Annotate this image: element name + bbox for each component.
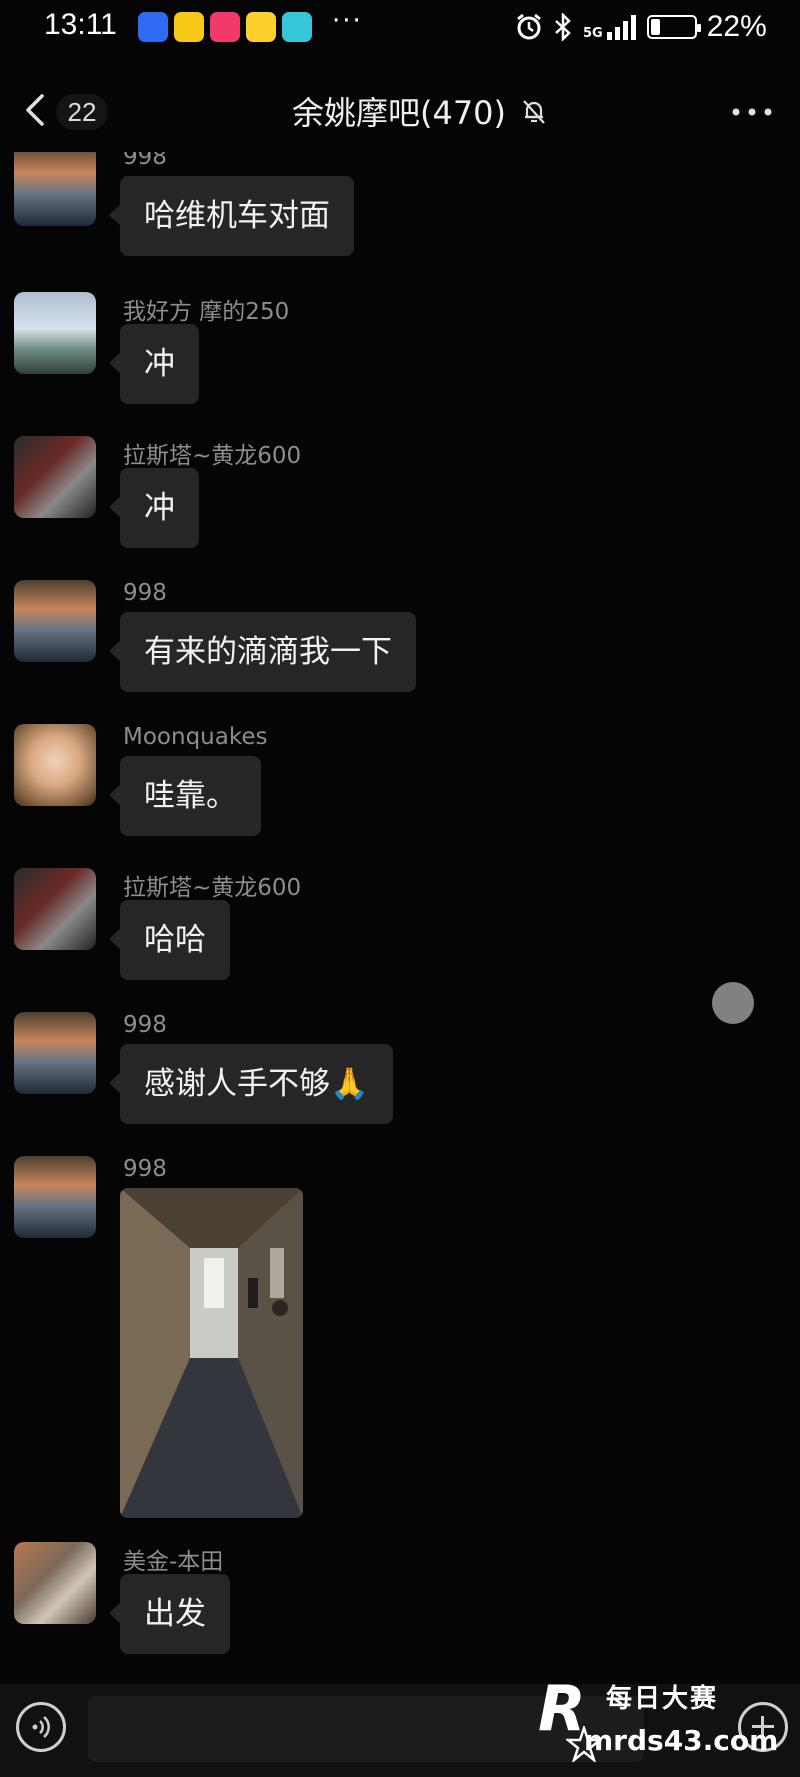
alarm-icon bbox=[517, 13, 541, 40]
status-bar: 13:11 ··· 5G 22% bbox=[0, 0, 800, 58]
avatar-motorcycle[interactable] bbox=[14, 868, 96, 950]
floating-assist-button[interactable] bbox=[712, 982, 754, 1024]
watermark-brand: 每日大赛 bbox=[606, 1684, 719, 1714]
message-bubble[interactable]: 哈维机车对面 bbox=[109, 176, 354, 256]
message-bubble[interactable]: 有来的滴滴我一下 bbox=[109, 612, 416, 692]
video-app-icon bbox=[210, 12, 240, 42]
more-options-icon[interactable] bbox=[732, 108, 772, 116]
message-bubble[interactable]: 感谢人手不够🙏 bbox=[109, 1044, 393, 1124]
chat-header: 22 余姚摩吧(470) bbox=[0, 70, 800, 150]
battery-percent: 22% bbox=[706, 10, 767, 43]
avatar-sunset[interactable] bbox=[14, 580, 96, 662]
signal-5g: 5G bbox=[583, 14, 637, 40]
avatar-money[interactable] bbox=[14, 1542, 96, 1624]
chat-title-wrap: 余姚摩吧(470) bbox=[292, 88, 548, 134]
status-right: 5G 22% bbox=[515, 10, 767, 44]
battery-icon bbox=[646, 15, 701, 39]
battery-fill bbox=[650, 19, 660, 35]
message-bubble[interactable]: 冲 bbox=[109, 324, 199, 404]
network-type: 5G bbox=[583, 26, 603, 41]
voice-wave-icon bbox=[32, 1716, 50, 1738]
sender-name: 拉斯塔~黄龙600 bbox=[123, 875, 302, 901]
chat-title-bar: 余姚摩吧(470) bbox=[0, 88, 800, 134]
status-time: 13:11 bbox=[44, 8, 117, 41]
sender-name: 拉斯塔~黄龙600 bbox=[123, 443, 302, 469]
voice-input-button[interactable] bbox=[16, 1702, 66, 1752]
sender-name: 998 bbox=[123, 580, 167, 606]
avatar-sunset[interactable] bbox=[14, 1156, 96, 1238]
status-app-icons bbox=[138, 12, 312, 42]
message-bubble[interactable]: 哈哈 bbox=[109, 900, 230, 980]
book-app-icon bbox=[282, 12, 312, 42]
message-bubble[interactable]: 出发 bbox=[109, 1574, 230, 1654]
mute-bell-icon bbox=[523, 100, 545, 124]
sender-name: Moonquakes bbox=[123, 724, 268, 750]
status-more-dots: ··· bbox=[332, 6, 363, 36]
signal-icon bbox=[606, 15, 636, 40]
sender-name: 998 bbox=[123, 152, 167, 170]
message-bubble[interactable]: 哇靠。 bbox=[109, 756, 261, 836]
avatar-portrait[interactable] bbox=[14, 724, 96, 806]
watermark: R 每日大赛 mrds43.com bbox=[538, 1672, 800, 1777]
avatar-sea[interactable] bbox=[14, 292, 96, 374]
sender-name: 美金-本田 bbox=[123, 1549, 224, 1575]
sender-name: 我好方 摩的250 bbox=[123, 299, 290, 325]
yellow-app-icon bbox=[174, 12, 204, 42]
bluetooth-icon bbox=[555, 13, 571, 41]
baidu-app-icon bbox=[138, 12, 168, 42]
chat-title: 余姚摩吧(470) bbox=[291, 94, 507, 132]
watermark-url: mrds43.com bbox=[584, 1724, 779, 1757]
hallway-photo[interactable] bbox=[120, 1188, 303, 1518]
sender-name: 998 bbox=[123, 1156, 167, 1182]
message-list[interactable]: 998 哈维机车对面 我好方 摩的250 冲 拉斯塔~黄龙600 冲 998 有… bbox=[0, 152, 800, 1682]
avatar-sunset[interactable] bbox=[14, 1012, 96, 1094]
cartoon-app-icon bbox=[246, 12, 276, 42]
sender-name: 998 bbox=[123, 1012, 167, 1038]
message-bubble[interactable]: 冲 bbox=[109, 468, 199, 548]
hallway-photo-image bbox=[120, 1188, 303, 1518]
avatar-sunset[interactable] bbox=[14, 152, 96, 226]
avatar-motorcycle[interactable] bbox=[14, 436, 96, 518]
